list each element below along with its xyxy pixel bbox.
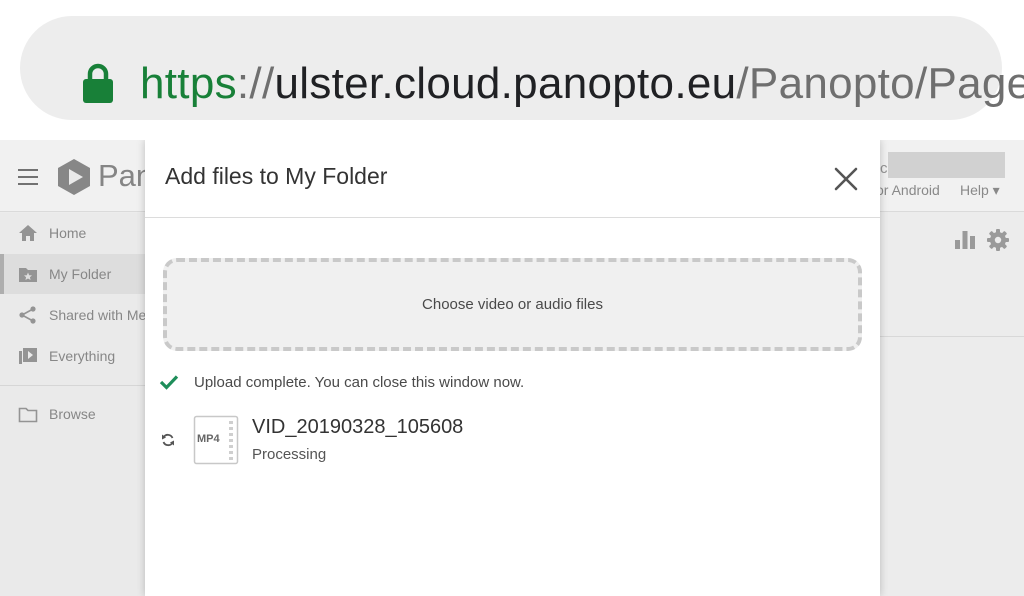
url-bar[interactable]: https://ulster.cloud.panopto.eu/Panopto/… <box>20 16 1024 120</box>
uploaded-file-item: MP4 VID_20190328_105608 Processing <box>159 412 859 472</box>
browser-address-area: https://ulster.cloud.panopto.eu/Panopto/… <box>0 0 1024 140</box>
close-icon[interactable] <box>831 164 861 194</box>
dialog-header: Add files to My Folder <box>145 140 880 218</box>
status-message: Upload complete. You can close this wind… <box>194 374 525 391</box>
mp4-file-icon: MP4 <box>193 415 239 465</box>
url-host: ulster.cloud.panopto.eu <box>274 59 737 108</box>
add-files-dialog: Add files to My Folder Choose video or a… <box>145 140 880 596</box>
file-type-badge: MP4 <box>197 433 220 445</box>
url-path: /Panopto/Page <box>736 59 1024 108</box>
dialog-title: Add files to My Folder <box>165 163 388 189</box>
url-text[interactable]: https://ulster.cloud.panopto.eu/Panopto/… <box>140 56 1024 112</box>
refresh-icon[interactable] <box>161 433 175 447</box>
file-dropzone[interactable]: Choose video or audio files <box>163 258 862 351</box>
file-status: Processing <box>252 446 327 463</box>
file-name: VID_20190328_105608 <box>252 416 464 438</box>
url-separator: :// <box>236 59 275 108</box>
lock-icon <box>83 63 113 103</box>
url-scheme: https <box>140 59 237 108</box>
choose-files-label: Choose video or audio files <box>422 296 603 313</box>
check-icon <box>159 375 179 390</box>
panopto-app: Pan c or Android Help ▾ Home My Folder S… <box>0 140 1024 596</box>
